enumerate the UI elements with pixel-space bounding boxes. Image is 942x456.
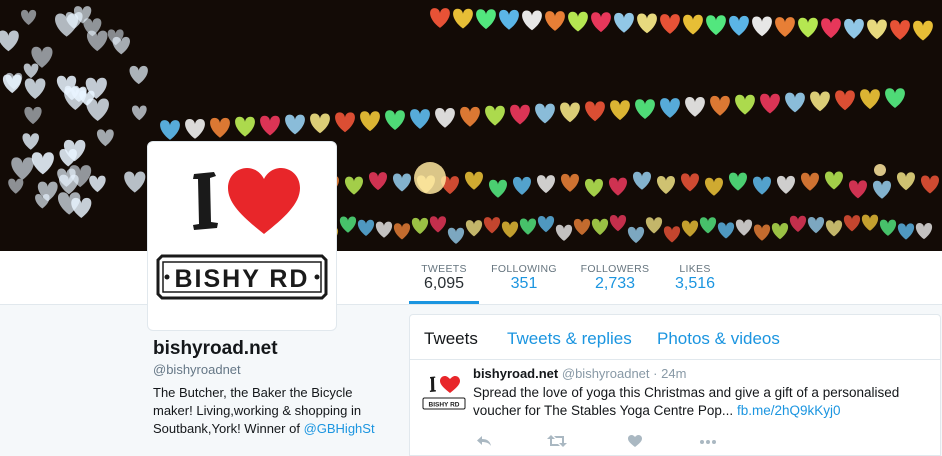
- tweet-timestamp[interactable]: 24m: [661, 366, 686, 381]
- tab-tweets-replies[interactable]: Tweets & replies: [507, 329, 632, 349]
- heart-icon: [228, 168, 300, 234]
- tweet-actions: [473, 434, 773, 454]
- tab-photos-videos[interactable]: Photos & videos: [657, 329, 780, 349]
- profile-banner: [0, 0, 942, 251]
- profile-avatar[interactable]: BISHY RD: [147, 141, 337, 331]
- tweet-avatar-logo-text: BISHY RD: [429, 402, 460, 409]
- stat-following[interactable]: FOLLOWING 351: [489, 251, 559, 304]
- stat-label: FOLLOWERS: [580, 263, 650, 275]
- tab-tweets[interactable]: Tweets: [424, 329, 478, 349]
- reply-icon[interactable]: [476, 434, 492, 451]
- stat-value: 6,095: [423, 275, 465, 292]
- tweet-author-name[interactable]: bishyroad.net: [473, 366, 558, 381]
- stat-value: 2,733: [594, 275, 636, 292]
- profile-handle[interactable]: @bishyroadnet: [153, 362, 241, 377]
- tweet-author-handle[interactable]: @bishyroadnet: [562, 366, 650, 381]
- tweet[interactable]: BISHY RD bishyroad.net @bishyroadnet · 2…: [410, 360, 940, 455]
- retweet-icon[interactable]: [547, 434, 567, 451]
- timeline-tabs: Tweets Tweets & replies Photos & videos: [410, 315, 940, 360]
- avatar-logo-text: BISHY RD: [174, 265, 309, 293]
- stat-label: TWEETS: [421, 263, 467, 275]
- tweet-avatar[interactable]: BISHY RD: [420, 368, 468, 416]
- heart-icon: [440, 376, 460, 393]
- banner-image: [0, 6, 940, 244]
- timeline: Tweets Tweets & replies Photos & videos …: [409, 314, 941, 456]
- stat-label: FOLLOWING: [491, 263, 557, 275]
- tweet-avatar-logo: BISHY RD: [422, 376, 466, 410]
- more-icon[interactable]: [699, 434, 717, 451]
- tweet-separator: ·: [653, 366, 658, 381]
- profile-bio: The Butcher, the Baker the Bicycle maker…: [153, 384, 393, 438]
- tweet-link[interactable]: fb.me/2hQ9kKyj0: [737, 403, 841, 418]
- stat-value: 3,516: [674, 275, 716, 292]
- profile-nav: TWEETS 6,095 FOLLOWING 351 FOLLOWERS 2,7…: [0, 251, 942, 305]
- stat-followers[interactable]: FOLLOWERS 2,733: [578, 251, 652, 304]
- bio-mention-link[interactable]: @GBHighSt: [304, 421, 375, 436]
- avatar-logo: BISHY RD: [156, 168, 328, 300]
- profile-name[interactable]: bishyroad.net: [153, 338, 278, 360]
- tweet-text: Spread the love of yoga this Christmas a…: [473, 384, 935, 420]
- tweet-header: bishyroad.net @bishyroadnet · 24m: [473, 366, 686, 381]
- heart-icon[interactable]: [627, 434, 643, 451]
- stat-label: LIKES: [679, 263, 711, 275]
- stat-value: 351: [510, 275, 538, 292]
- stat-likes[interactable]: LIKES 3,516: [662, 251, 728, 304]
- stat-tweets[interactable]: TWEETS 6,095: [409, 251, 479, 304]
